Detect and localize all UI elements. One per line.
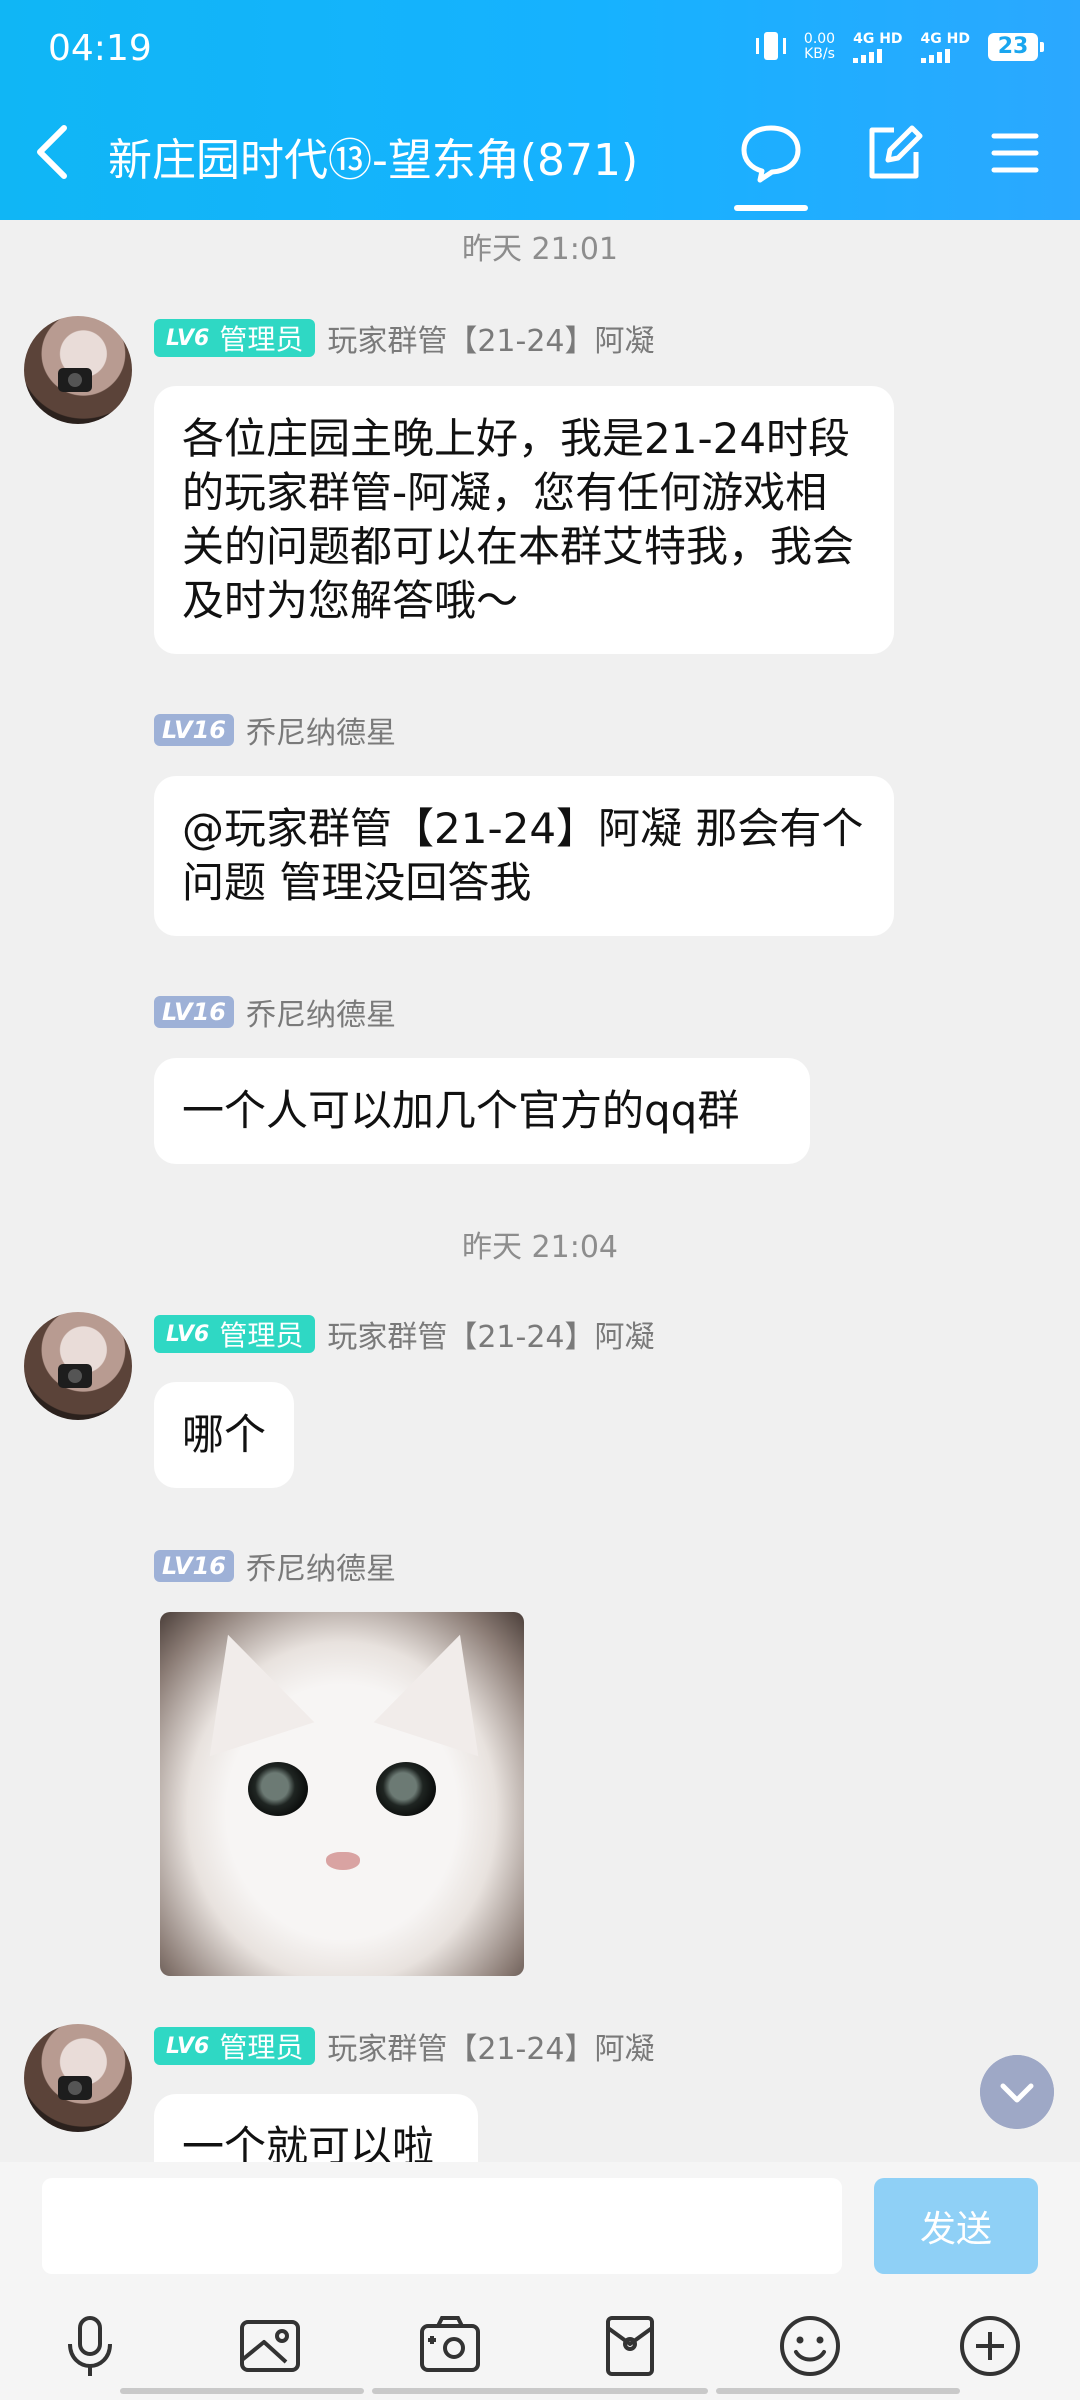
- photo-icon[interactable]: [234, 2310, 306, 2382]
- sender-name[interactable]: 玩家群管【21-24】阿凝: [327, 2024, 654, 2068]
- sender-row: LV6 管理员 玩家群管【21-24】阿凝: [154, 1312, 655, 1356]
- message-bubble[interactable]: 一个人可以加几个官方的qq群: [154, 1058, 810, 1164]
- message-timestamp: 昨天 21:01: [462, 232, 618, 267]
- sender-row: LV6 管理员 玩家群管【21-24】阿凝: [154, 316, 655, 360]
- cat-photo-message[interactable]: [160, 1612, 524, 1976]
- cat-eye: [248, 1762, 308, 1816]
- input-bar: 发送: [0, 2162, 1080, 2400]
- home-indicator: [716, 2388, 960, 2394]
- avatar[interactable]: [24, 1312, 132, 1420]
- camera-icon: [58, 1364, 92, 1388]
- edit-icon[interactable]: [858, 118, 928, 188]
- sender-name[interactable]: 乔尼纳德星: [246, 1544, 396, 1588]
- header: 04:19 0.00 KB/s 4G HD 4G HD 23 新庄园时代⑬-望东…: [0, 0, 1080, 220]
- sender-row: LV6 管理员 玩家群管【21-24】阿凝: [154, 2024, 655, 2068]
- message-bubble[interactable]: 哪个: [154, 1382, 294, 1488]
- admin-badge: LV6 管理员: [154, 319, 316, 357]
- signal-sim1: 4G HD: [853, 31, 903, 63]
- sender-name[interactable]: 乔尼纳德星: [246, 708, 396, 752]
- send-button[interactable]: 发送: [874, 2178, 1038, 2274]
- level-badge: LV16: [154, 996, 234, 1028]
- back-arrow-icon[interactable]: [30, 120, 74, 184]
- cat-ear: [373, 1617, 513, 1757]
- camera-icon: [58, 368, 92, 392]
- active-tab-indicator: [734, 205, 808, 211]
- camera-icon: [58, 2076, 92, 2100]
- message-timestamp: 昨天 21:04: [462, 1230, 618, 1265]
- status-time: 04:19: [48, 28, 152, 69]
- home-indicator: [120, 2388, 364, 2394]
- sender-name[interactable]: 玩家群管【21-24】阿凝: [327, 316, 654, 360]
- level-badge: LV16: [154, 1550, 234, 1582]
- admin-badge: LV6 管理员: [154, 1315, 316, 1353]
- message-bubble[interactable]: 各位庄园主晚上好，我是21-24时段的玩家群管-阿凝，您有任何游戏相关的问题都可…: [154, 386, 894, 654]
- network-speed: 0.00 KB/s: [803, 31, 836, 62]
- plus-icon[interactable]: [954, 2310, 1026, 2382]
- avatar[interactable]: [24, 316, 132, 424]
- battery-indicator: 23: [988, 33, 1044, 61]
- vibrate-icon: [755, 30, 786, 64]
- admin-badge: LV6 管理员: [154, 2027, 316, 2065]
- sender-row: LV16 乔尼纳德星: [154, 708, 396, 752]
- home-indicator: [372, 2388, 708, 2394]
- signal-sim2: 4G HD: [920, 31, 970, 63]
- chat-bubble-icon[interactable]: [736, 118, 806, 188]
- status-icons: 0.00 KB/s 4G HD 4G HD 23: [755, 30, 1044, 64]
- camera-icon[interactable]: [414, 2310, 486, 2382]
- group-title: 新庄园时代⑬-望东角(871): [108, 135, 639, 186]
- red-packet-icon[interactable]: [594, 2310, 666, 2382]
- cat-nose: [326, 1852, 360, 1870]
- message-bubble[interactable]: @玩家群管【21-24】阿凝 那会有个问题 管理没回答我: [154, 776, 894, 936]
- sender-row: LV16 乔尼纳德星: [154, 1544, 396, 1588]
- message-input[interactable]: [42, 2178, 842, 2274]
- avatar[interactable]: [24, 2024, 132, 2132]
- scroll-down-icon[interactable]: [980, 2055, 1054, 2129]
- cat-eye: [376, 1762, 436, 1816]
- level-badge: LV16: [154, 714, 234, 746]
- emoji-icon[interactable]: [774, 2310, 846, 2382]
- menu-icon[interactable]: [980, 118, 1050, 188]
- voice-icon[interactable]: [54, 2310, 126, 2382]
- cat-ear: [175, 1617, 315, 1757]
- signal-bars-icon: [920, 47, 950, 63]
- signal-bars-icon: [853, 47, 883, 63]
- sender-row: LV16 乔尼纳德星: [154, 990, 396, 1034]
- sender-name[interactable]: 玩家群管【21-24】阿凝: [327, 1312, 654, 1356]
- sender-name[interactable]: 乔尼纳德星: [246, 990, 396, 1034]
